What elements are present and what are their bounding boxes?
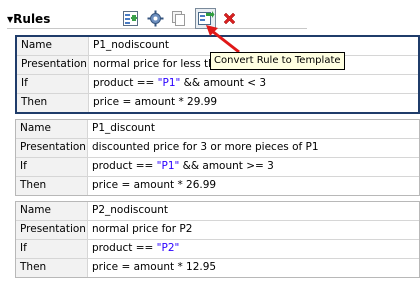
if-expr-string: "P1"	[157, 77, 181, 89]
if-value[interactable]: product == "P1" && amount >= 3	[88, 158, 419, 176]
rule-table-p1-discount[interactable]: Name P1_discount Presentation discounted…	[15, 119, 420, 196]
rule-row-name: Name P2_nodiscount	[16, 202, 419, 221]
if-expr-post: && amount >= 3	[179, 160, 274, 172]
settings-icon[interactable]	[147, 10, 164, 27]
then-label: Then	[16, 259, 88, 277]
rule-row-presentation: Presentation normal price for P2	[16, 221, 419, 240]
copy-icon[interactable]	[170, 10, 187, 27]
rule-row-name: Name P1_discount	[16, 120, 419, 139]
presentation-value[interactable]: normal price for P2	[88, 221, 419, 239]
then-value[interactable]: price = amount * 26.99	[88, 177, 419, 195]
name-label: Name	[16, 202, 88, 220]
rule-table-p2-nodiscount[interactable]: Name P2_nodiscount Presentation normal p…	[15, 201, 420, 278]
presentation-label: Presentation	[16, 139, 88, 157]
if-expr-pre: product ==	[92, 160, 157, 172]
then-label: Then	[16, 177, 88, 195]
if-value[interactable]: product == "P2"	[88, 240, 419, 258]
presentation-label: Presentation	[16, 221, 88, 239]
convert-tooltip: Convert Rule to Template	[210, 52, 345, 70]
rule-row-if: If product == "P1" && amount >= 3	[16, 158, 419, 177]
rules-title-text: Rules	[13, 12, 51, 26]
rule-row-if: If product == "P2"	[16, 240, 419, 259]
rule-row-presentation: Presentation discounted price for 3 or m…	[16, 139, 419, 158]
add-rule-icon[interactable]	[122, 10, 139, 27]
if-expr-post: && amount < 3	[180, 77, 267, 89]
rules-section-title[interactable]: ▼Rules	[7, 11, 50, 28]
rule-row-then: Then price = amount * 29.99	[17, 94, 418, 112]
presentation-value[interactable]: discounted price for 3 or more pieces of…	[88, 139, 419, 157]
if-expr-string: "P2"	[156, 242, 180, 254]
presentation-label: Presentation	[17, 56, 89, 74]
if-expr-pre: product ==	[93, 77, 158, 89]
if-expr-pre: product ==	[92, 242, 157, 254]
if-label: If	[16, 240, 88, 258]
if-value[interactable]: product == "P1" && amount < 3	[89, 75, 418, 93]
header-divider	[7, 28, 307, 29]
name-value[interactable]: P1_discount	[88, 120, 419, 138]
if-expr-string: "P1"	[156, 160, 180, 172]
then-value[interactable]: price = amount * 29.99	[89, 94, 418, 112]
rule-row-if: If product == "P1" && amount < 3	[17, 75, 418, 94]
name-value[interactable]: P2_nodiscount	[88, 202, 419, 220]
then-label: Then	[17, 94, 89, 112]
if-label: If	[17, 75, 89, 93]
name-label: Name	[17, 37, 89, 55]
if-label: If	[16, 158, 88, 176]
then-value[interactable]: price = amount * 12.95	[88, 259, 419, 277]
rule-row-then: Then price = amount * 12.95	[16, 259, 419, 277]
name-label: Name	[16, 120, 88, 138]
rule-row-then: Then price = amount * 26.99	[16, 177, 419, 195]
